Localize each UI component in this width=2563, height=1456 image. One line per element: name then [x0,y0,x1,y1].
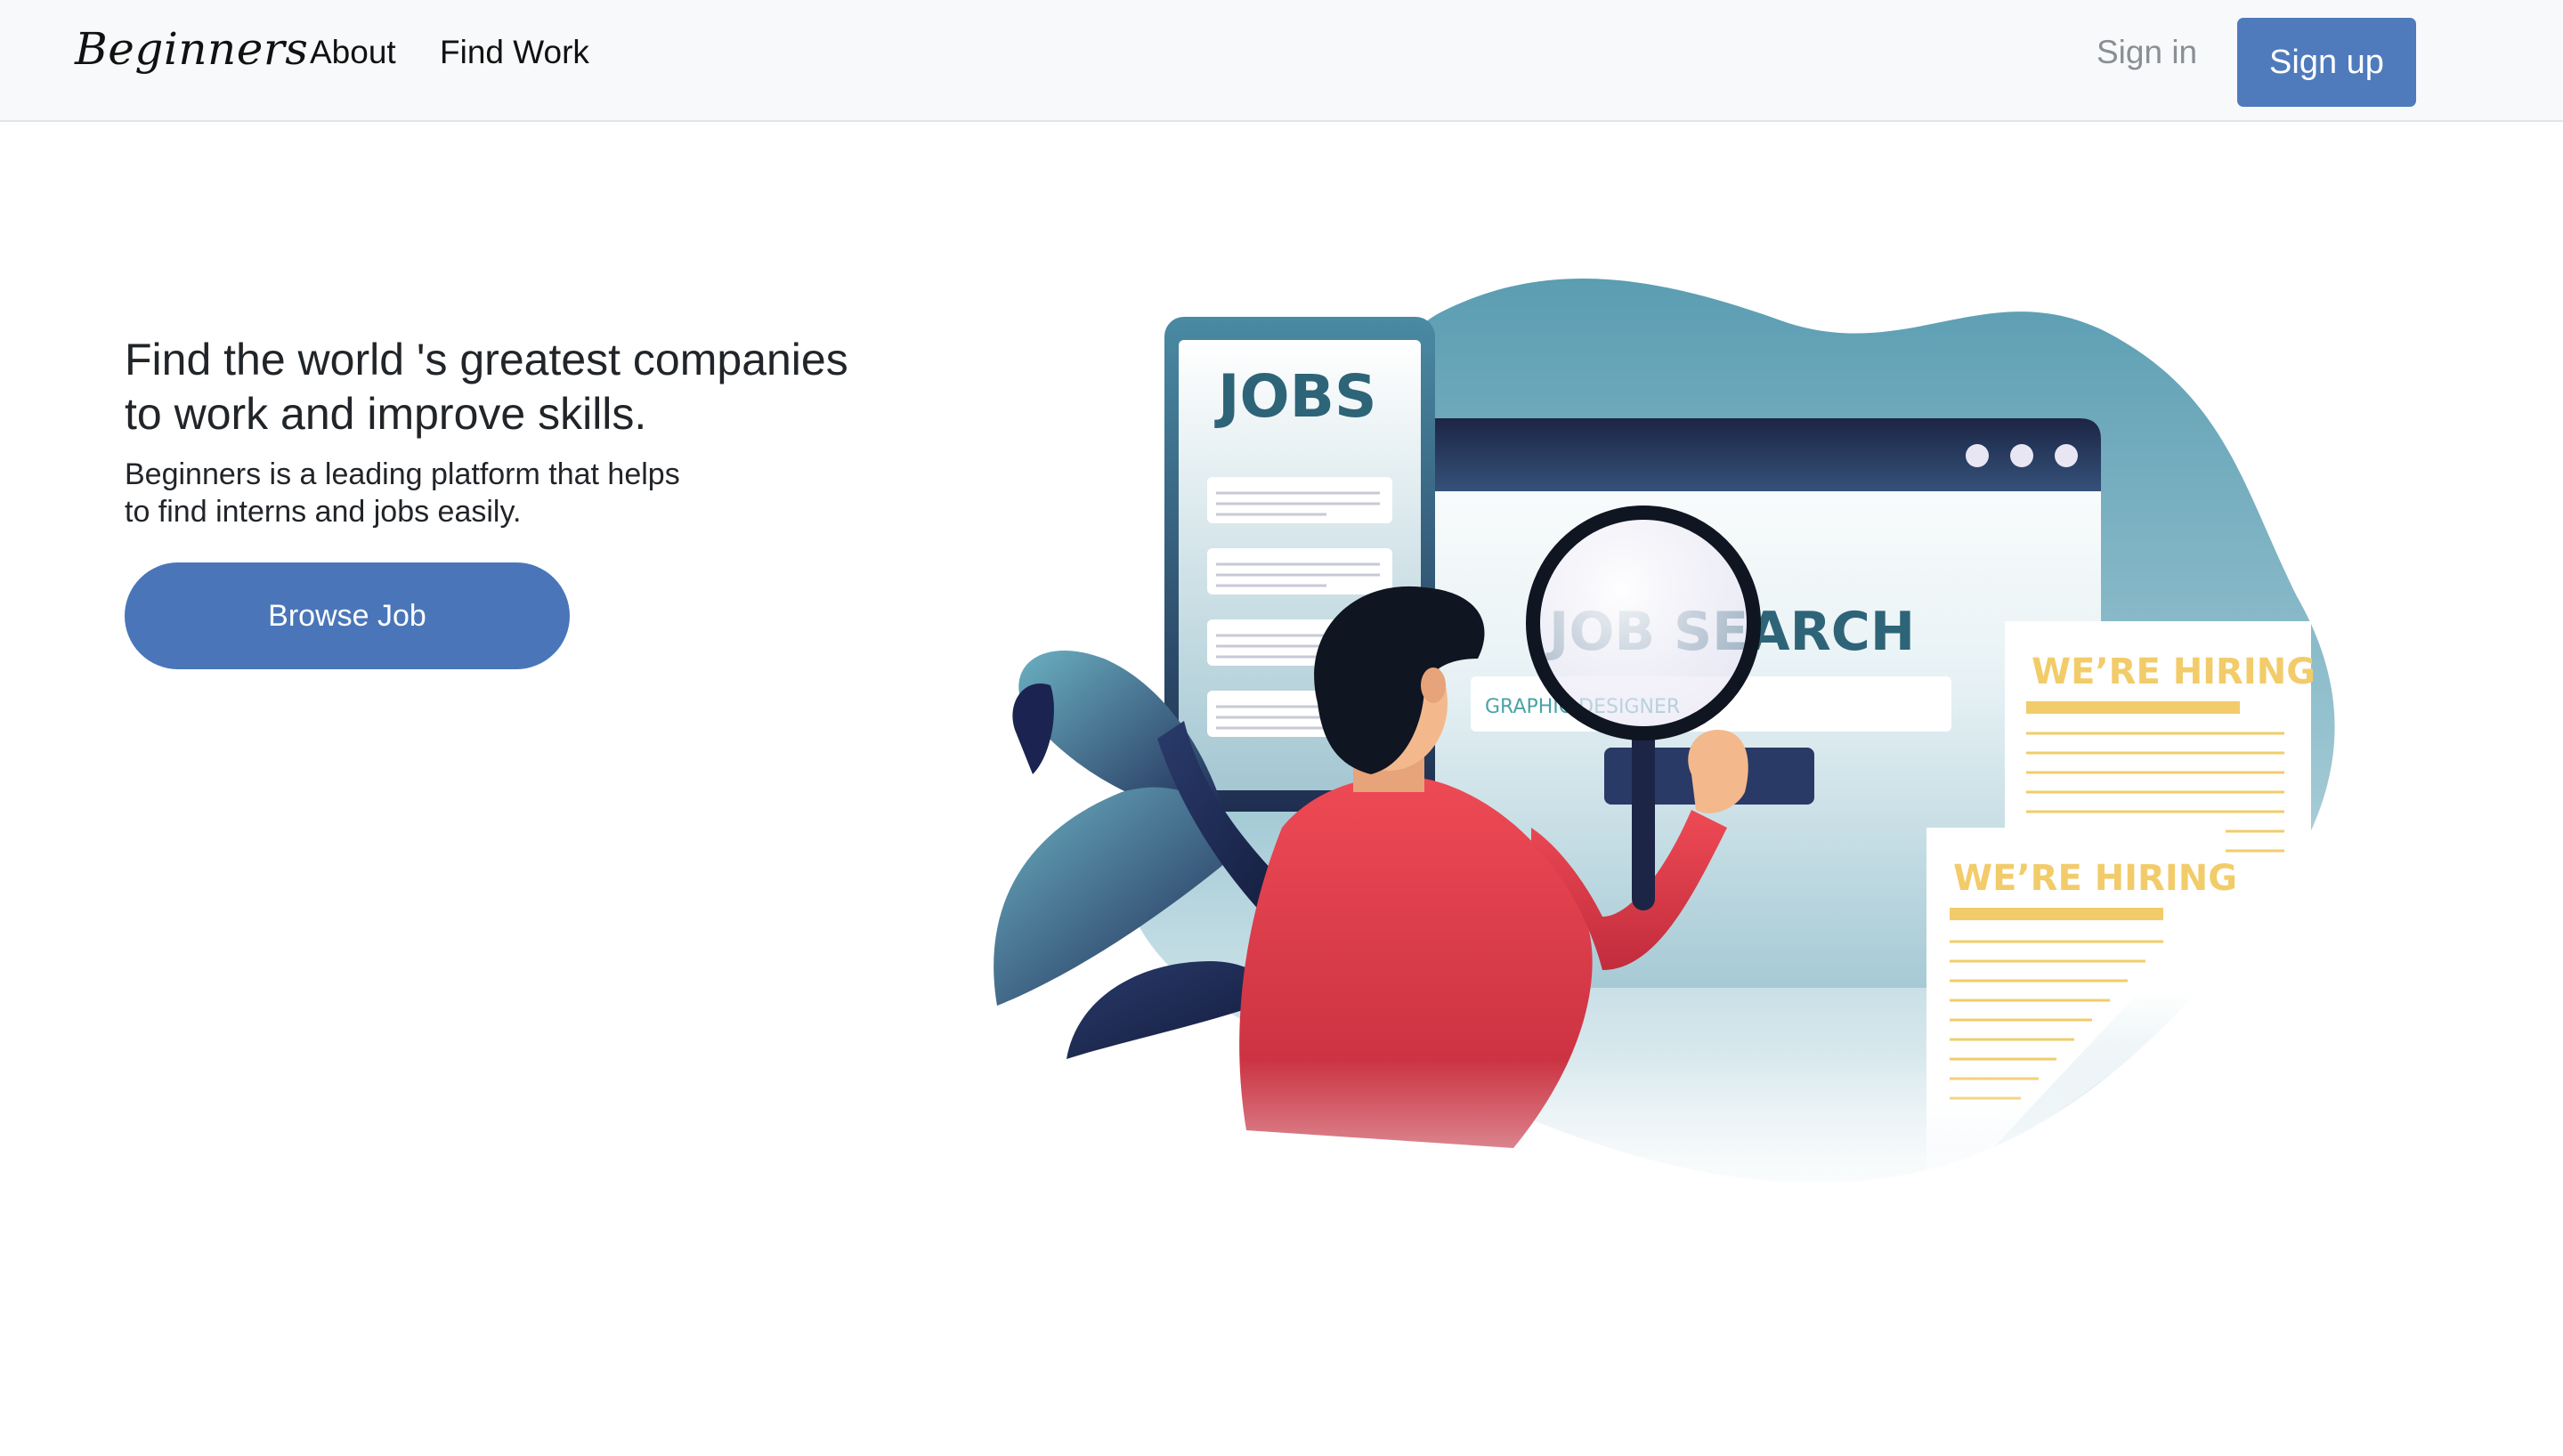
hero-subtitle-line-2: to find interns and jobs easily. [125,495,522,529]
nav-link-about[interactable]: About [310,34,396,71]
browse-job-button[interactable]: Browse Job [125,562,570,669]
hero-title-line-1: Find the world 's greatest companies [125,335,848,384]
hero-subtitle: Beginners is a leading platform that hel… [125,456,926,530]
hiring-heading-front: WE’RE HIRING [1953,858,2237,899]
sign-in-link[interactable]: Sign in [2097,34,2197,71]
job-search-illustration: JOB SEARCH GRAPHIC DESIGNER JOBS [979,278,2404,1273]
top-navbar: Beginners About Find Work Sign in Sign u… [0,0,2563,122]
sign-up-button[interactable]: Sign up [2237,18,2416,107]
hero-illustration: JOB SEARCH GRAPHIC DESIGNER JOBS [979,258,2404,1273]
hero-title: Find the world 's greatest companies to … [125,333,926,441]
jobs-heading: JOBS [1214,362,1377,431]
hero-subtitle-line-1: Beginners is a leading platform that hel… [125,457,680,491]
brand-logo[interactable]: Beginners [75,23,308,75]
nav-link-find-work[interactable]: Find Work [440,34,589,71]
hiring-heading-back: WE’RE HIRING [2032,651,2316,692]
hero-title-line-2: to work and improve skills. [125,389,647,439]
